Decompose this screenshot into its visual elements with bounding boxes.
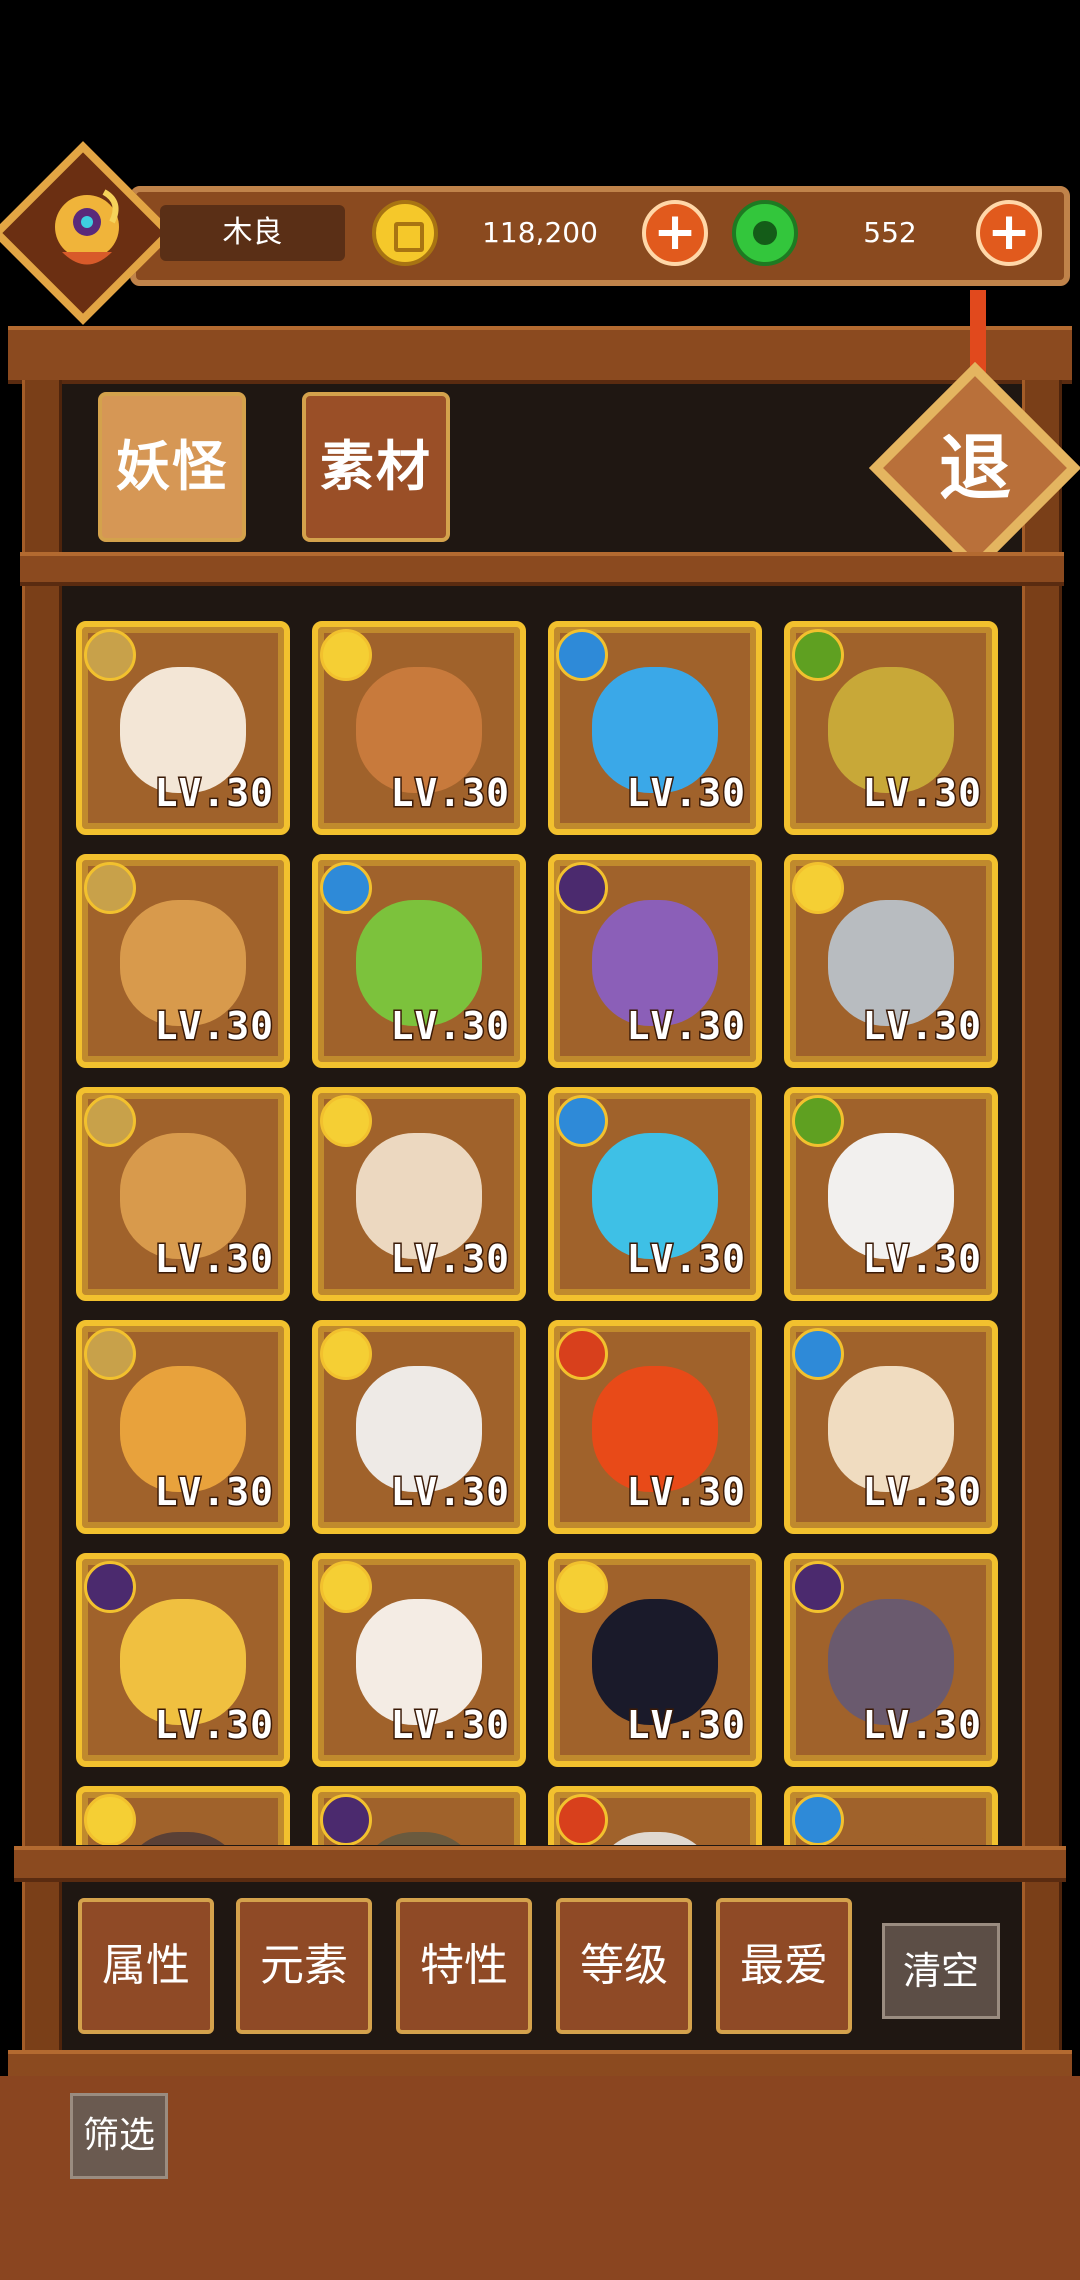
monster-card[interactable]: LV.30 (784, 854, 998, 1068)
clear-button[interactable]: 清空 (882, 1923, 1000, 2019)
monster-portrait (120, 1832, 246, 1845)
monster-card[interactable] (312, 1786, 526, 1845)
monster-card[interactable]: LV.30 (76, 1553, 290, 1767)
coin-icon (372, 200, 438, 266)
monster-level: LV.30 (389, 1236, 510, 1283)
filter-level-button[interactable]: 等级 (556, 1898, 692, 2034)
monster-card[interactable]: LV.30 (784, 1320, 998, 1534)
monster-level: LV.30 (153, 1702, 274, 1749)
gem-count: 552 (863, 216, 917, 249)
tab-materials[interactable]: 素材 (302, 392, 450, 542)
filter-button[interactable]: 筛选 (70, 2093, 168, 2179)
monster-portrait (828, 1832, 954, 1845)
bottom-shelf-beam (14, 1846, 1066, 1882)
filter-trait-button[interactable]: 特性 (396, 1898, 532, 2034)
monster-card[interactable]: LV.30 (548, 1553, 762, 1767)
moon-element-icon (320, 1794, 372, 1845)
monster-level: LV.30 (861, 1702, 982, 1749)
monster-card[interactable]: LV.30 (784, 1087, 998, 1301)
add-gems-button[interactable]: + (976, 200, 1042, 266)
earth-element-icon (84, 629, 136, 681)
monster-level: LV.30 (389, 1003, 510, 1050)
monster-grid: LV.30 LV.30 LV.30 LV.30 LV.30 LV.30 LV.30 LV.30… (70, 615, 1010, 1845)
monster-card[interactable]: LV.30 (312, 1553, 526, 1767)
monster-level: LV.30 (861, 770, 982, 817)
monster-card[interactable]: LV.30 (548, 621, 762, 835)
gem-icon (732, 200, 798, 266)
monster-card[interactable]: LV.30 (312, 854, 526, 1068)
monster-portrait (592, 1832, 718, 1845)
water-element-icon (320, 862, 372, 914)
monster-level: LV.30 (153, 770, 274, 817)
water-element-icon (556, 629, 608, 681)
sun-element-icon (320, 1561, 372, 1613)
player-name: 木良 (160, 205, 345, 261)
monster-card[interactable] (784, 1786, 998, 1845)
monster-level: LV.30 (389, 1469, 510, 1516)
left-post (22, 380, 62, 2060)
monster-card[interactable]: LV.30 (76, 1320, 290, 1534)
add-coins-button[interactable]: + (642, 200, 708, 266)
sun-element-icon (320, 1095, 372, 1147)
monster-level: LV.30 (625, 1236, 746, 1283)
monster-level: LV.30 (625, 1469, 746, 1516)
monster-level: LV.30 (625, 770, 746, 817)
monster-card[interactable]: LV.30 (76, 1087, 290, 1301)
avatar[interactable] (42, 182, 132, 282)
monster-level: LV.30 (389, 770, 510, 817)
water-element-icon (792, 1794, 844, 1845)
filter-favorite-button[interactable]: 最爱 (716, 1898, 852, 2034)
monster-level: LV.30 (625, 1702, 746, 1749)
top-shelf-beam (8, 326, 1072, 384)
monster-card[interactable]: LV.30 (312, 621, 526, 835)
sun-element-icon (84, 1794, 136, 1845)
monster-card[interactable] (76, 1786, 290, 1845)
monster-card[interactable]: LV.30 (76, 621, 290, 835)
moon-element-icon (556, 862, 608, 914)
leaf-element-icon (792, 1095, 844, 1147)
monster-card[interactable] (548, 1786, 762, 1845)
coin-count: 118,200 (482, 216, 598, 249)
monster-card[interactable]: LV.30 (76, 854, 290, 1068)
monster-card[interactable]: LV.30 (312, 1087, 526, 1301)
monster-card[interactable]: LV.30 (784, 621, 998, 835)
water-element-icon (792, 1328, 844, 1380)
fire-element-icon (556, 1794, 608, 1845)
middle-shelf-beam (20, 552, 1064, 586)
moon-element-icon (792, 1561, 844, 1613)
monster-level: LV.30 (861, 1003, 982, 1050)
monster-portrait (356, 1832, 482, 1845)
monster-card[interactable]: LV.30 (312, 1320, 526, 1534)
monster-card[interactable]: LV.30 (548, 1087, 762, 1301)
water-element-icon (556, 1095, 608, 1147)
monster-level: LV.30 (625, 1003, 746, 1050)
sun-element-icon (320, 1328, 372, 1380)
sun-element-icon (556, 1561, 608, 1613)
filter-attribute-button[interactable]: 属性 (78, 1898, 214, 2034)
moon-element-icon (84, 1561, 136, 1613)
monster-level: LV.30 (153, 1003, 274, 1050)
right-post (1022, 380, 1062, 2060)
sun-element-icon (320, 629, 372, 681)
tab-monsters[interactable]: 妖怪 (98, 392, 246, 542)
monster-card[interactable]: LV.30 (548, 854, 762, 1068)
exit-label: 退 (938, 426, 1011, 510)
monster-level: LV.30 (153, 1469, 274, 1516)
monster-level: LV.30 (153, 1236, 274, 1283)
earth-element-icon (84, 862, 136, 914)
earth-element-icon (84, 1095, 136, 1147)
filter-element-button[interactable]: 元素 (236, 1898, 372, 2034)
leaf-element-icon (792, 629, 844, 681)
monster-card[interactable]: LV.30 (548, 1320, 762, 1534)
monster-level: LV.30 (389, 1702, 510, 1749)
sun-element-icon (792, 862, 844, 914)
monster-level: LV.30 (861, 1236, 982, 1283)
earth-element-icon (84, 1328, 136, 1380)
monster-card[interactable]: LV.30 (784, 1553, 998, 1767)
fire-element-icon (556, 1328, 608, 1380)
monster-level: LV.30 (861, 1469, 982, 1516)
